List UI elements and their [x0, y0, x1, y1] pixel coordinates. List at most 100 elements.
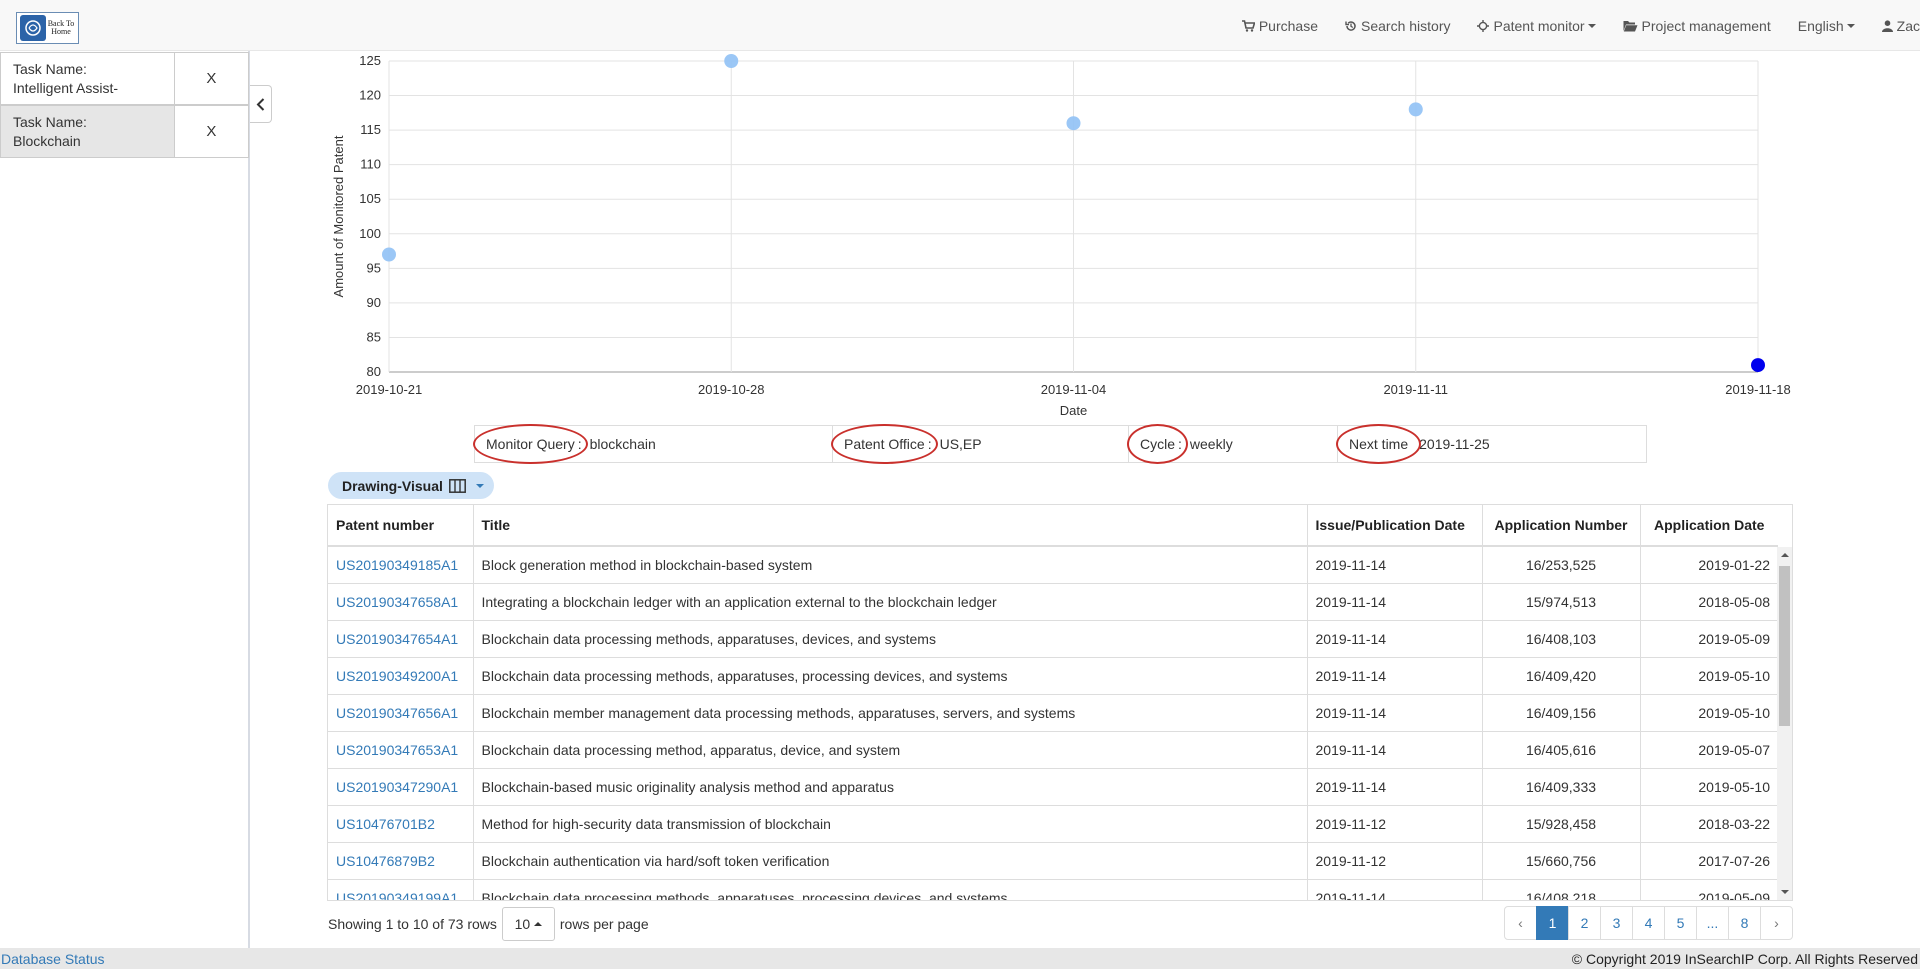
page-ellipsis[interactable]: ...: [1696, 906, 1729, 940]
data-point: [724, 54, 739, 68]
logo-text: Back To Home: [47, 19, 75, 36]
patent-number-link[interactable]: US20190347658A1: [336, 594, 458, 610]
task-item-blockchain[interactable]: Task Name: Blockchain X: [0, 105, 249, 158]
page-button-1[interactable]: 1: [1536, 906, 1569, 940]
next-time-value: 2019-11-25: [1419, 436, 1490, 452]
task-label[interactable]: Task Name: Intelligent Assist-: [1, 53, 174, 104]
page-button-8[interactable]: 8: [1728, 906, 1761, 940]
user-icon: [1881, 19, 1893, 32]
patent-number-link[interactable]: US20190347290A1: [336, 779, 458, 795]
y-tick-label: 105: [359, 191, 381, 206]
table-row: US20190349200A1 Blockchain data processin…: [328, 657, 1778, 695]
copyright-text: © Copyright 2019 InSearchIP Corp. All Ri…: [1571, 950, 1918, 967]
y-axis-label: Amount of Monitored Patent: [331, 135, 346, 297]
header-patent-number[interactable]: Patent number: [328, 505, 474, 547]
table-scrollbar[interactable]: [1777, 547, 1792, 900]
task-label-prefix: Task Name:: [13, 114, 87, 130]
page-prev-button[interactable]: ‹: [1504, 906, 1537, 940]
header-application-number[interactable]: Application Number: [1482, 505, 1641, 547]
x-tick-label: 2019-11-18: [1725, 382, 1791, 397]
x-axis-label: Date: [1060, 403, 1087, 418]
sidebar-collapse-toggle[interactable]: [250, 85, 272, 123]
nav-language-dropdown[interactable]: English: [1798, 18, 1855, 34]
monitor-query-value: blockchain: [589, 436, 656, 452]
page-next-button[interactable]: ›: [1760, 906, 1793, 940]
patent-number-link[interactable]: US20190347656A1: [336, 705, 458, 721]
application-number: 15/928,458: [1482, 805, 1641, 843]
drawing-visual-label: Drawing-Visual: [342, 477, 443, 494]
patent-number-link[interactable]: US20190347653A1: [336, 742, 458, 758]
application-date: 2018-03-22: [1640, 805, 1778, 843]
patent-title: Blockchain-based music originality analy…: [473, 768, 1308, 806]
application-number: 16/409,333: [1482, 768, 1641, 806]
footer-bar: Database Status © Copyright 2019 InSearc…: [0, 948, 1920, 969]
header-issue-date[interactable]: Issue/Publication Date: [1307, 505, 1483, 547]
chevron-down-icon: [1846, 23, 1855, 28]
issue-date: 2019-11-14: [1307, 879, 1483, 900]
patent-number-link[interactable]: US20190347654A1: [336, 631, 458, 647]
scroll-down-icon[interactable]: [1781, 890, 1789, 894]
data-point: [1066, 116, 1081, 131]
patent-number-link[interactable]: US10476879B2: [336, 853, 435, 869]
task-item-intelligent-assist[interactable]: Task Name: Intelligent Assist- X: [0, 52, 249, 105]
back-to-home-logo[interactable]: Back To Home: [16, 12, 79, 44]
y-tick-label: 100: [359, 226, 381, 241]
y-tick-label: 120: [359, 88, 381, 103]
patent-number-link[interactable]: US20190349185A1: [336, 557, 458, 573]
table-row: US20190349199A1 Blockchain data processin…: [328, 879, 1778, 901]
table-header-row: Patent number Title Issue/Publication Da…: [328, 505, 1778, 547]
patent-number-link[interactable]: US10476701B2: [336, 816, 435, 832]
page-button-2[interactable]: 2: [1568, 906, 1601, 940]
columns-icon: [448, 478, 466, 493]
next-time-label: Next time: [1335, 424, 1422, 464]
patent-table: Patent number Title Issue/Publication Da…: [328, 505, 1778, 901]
nav-user-menu[interactable]: Zac: [1881, 17, 1920, 34]
page-button-4[interactable]: 4: [1632, 906, 1665, 940]
scrollbar-thumb[interactable]: [1779, 566, 1790, 726]
application-number: 16/408,218: [1482, 879, 1641, 900]
table-row: US10476701B2 Method for high-security dat…: [328, 805, 1778, 843]
drawing-visual-dropdown-button[interactable]: Drawing-Visual: [328, 472, 494, 499]
rows-per-page-dropdown[interactable]: 10: [501, 907, 555, 941]
application-date: 2019-05-09: [1640, 879, 1778, 900]
patent-number-link[interactable]: US20190349200A1: [336, 668, 458, 684]
nav-search-history[interactable]: Search history: [1345, 18, 1450, 34]
nav-user-label: Zac: [1896, 17, 1920, 34]
pagination-info: Showing 1 to 10 of 73 rows 10 rows per p…: [328, 907, 649, 941]
application-number: 16/409,156: [1482, 694, 1641, 732]
scroll-up-icon[interactable]: [1781, 553, 1789, 557]
patent-title: Blockchain member management data proces…: [473, 694, 1308, 732]
issue-date: 2019-11-14: [1307, 694, 1483, 732]
patent-number-link[interactable]: US20190349199A1: [336, 890, 458, 901]
chevron-down-icon: [1587, 23, 1596, 28]
patent-title: Blockchain data processing methods, appa…: [473, 657, 1308, 695]
table-row: US20190347658A1 Integrating a blockchain …: [328, 583, 1778, 621]
header-application-date[interactable]: Application Date: [1640, 505, 1778, 547]
nav-project-management[interactable]: Project management: [1623, 18, 1771, 34]
page-button-5[interactable]: 5: [1664, 906, 1697, 940]
chevron-left-icon: [256, 97, 265, 111]
y-tick-label: 125: [359, 53, 381, 68]
header-title[interactable]: Title: [473, 505, 1308, 547]
patent-table-container: Patent number Title Issue/Publication Da…: [327, 504, 1793, 901]
nav-purchase[interactable]: Purchase: [1241, 18, 1318, 34]
database-status-link[interactable]: Database Status: [1, 951, 105, 967]
patent-title: Blockchain data processing methods, appa…: [473, 879, 1308, 900]
nav-language-label: English: [1797, 17, 1844, 34]
data-point: [1408, 102, 1423, 117]
crosshair-icon: [1477, 19, 1490, 32]
task-label[interactable]: Task Name: Blockchain: [1, 106, 174, 157]
page-button-3[interactable]: 3: [1600, 906, 1633, 940]
task-close-button[interactable]: X: [173, 106, 248, 157]
nav-patent-monitor-dropdown[interactable]: Patent monitor: [1477, 18, 1596, 34]
patent-title: Method for high-security data transmissi…: [473, 805, 1308, 843]
y-tick-label: 80: [367, 364, 381, 379]
application-date: 2019-05-10: [1640, 694, 1778, 732]
task-close-button[interactable]: X: [173, 53, 248, 104]
nav-search-history-label: Search history: [1361, 17, 1451, 34]
monitor-query-label: Monitor Query: [473, 424, 588, 464]
issue-date: 2019-11-14: [1307, 657, 1483, 695]
brain-logo-icon: [20, 15, 46, 41]
application-number: 16/405,616: [1482, 731, 1641, 769]
pagination: ‹ 1 2 3 4 5 ... 8 ›: [1504, 906, 1793, 940]
